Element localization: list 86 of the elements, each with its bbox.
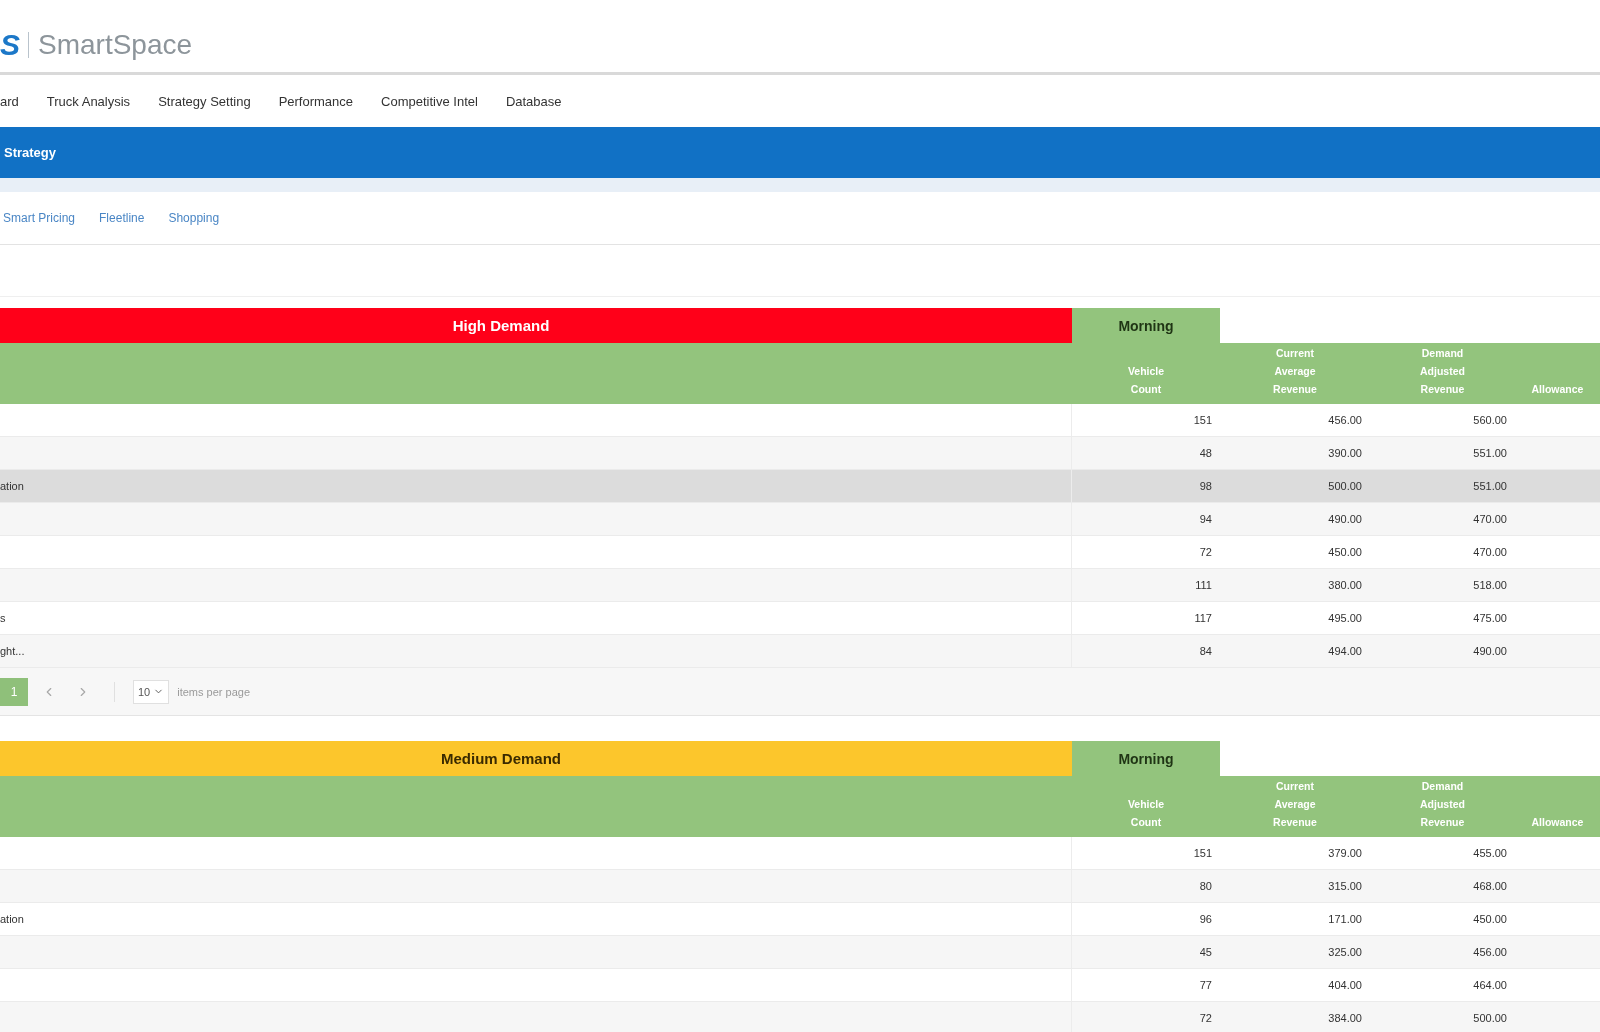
table-cell: 450.00 xyxy=(1328,546,1362,558)
column-header: Demand Adjusted Revenue xyxy=(1419,779,1466,830)
table-cell: 490.00 xyxy=(1328,513,1362,525)
table-cell: 151 xyxy=(1193,847,1212,859)
column-header: Vehicle Count xyxy=(1126,797,1166,830)
table-cell: 470.00 xyxy=(1473,513,1507,525)
demand-title: Medium Demand xyxy=(0,741,1072,776)
nav-link[interactable]: ard xyxy=(0,93,19,109)
table-row[interactable]: 45 325.00 456.00 xyxy=(0,936,1600,969)
table-cell: 390.00 xyxy=(1328,447,1362,459)
page-title: Strategy xyxy=(4,145,57,160)
table-cell: 560.00 xyxy=(1473,414,1507,426)
table-cell: 96 xyxy=(1199,913,1212,925)
table-row[interactable]: 111 380.00 518.00 xyxy=(0,569,1600,602)
nav-link[interactable]: Strategy Setting xyxy=(158,93,251,109)
table-cell: 325.00 xyxy=(1328,946,1362,958)
table-cell: 455.00 xyxy=(1473,847,1507,859)
table-row[interactable]: ation 98 500.00 551.00 xyxy=(0,470,1600,503)
column-header: Allowance xyxy=(1530,382,1585,397)
table-cell: 450.00 xyxy=(1473,913,1507,925)
column-header: Current Average Revenue xyxy=(1272,779,1318,830)
column-header: Current Average Revenue xyxy=(1272,346,1318,397)
table-cell: 500.00 xyxy=(1473,1012,1507,1024)
subnav-link[interactable]: Smart Pricing xyxy=(3,211,76,225)
table-cell: ght... xyxy=(0,645,25,657)
nav-link[interactable]: Database xyxy=(505,93,562,109)
table-row[interactable]: s 117 495.00 475.00 xyxy=(0,602,1600,635)
table-cell: 98 xyxy=(1199,480,1212,492)
table-cell: 380.00 xyxy=(1328,579,1362,591)
table-cell: ation xyxy=(0,480,24,492)
table-cell: 470.00 xyxy=(1473,546,1507,558)
table-cell: 518.00 xyxy=(1473,579,1507,591)
table-cell: 45 xyxy=(1199,946,1212,958)
table-cell: 72 xyxy=(1199,546,1212,558)
demand-title: High Demand xyxy=(0,308,1072,343)
period-label: Morning xyxy=(1072,741,1220,776)
table-cell: 94 xyxy=(1199,513,1212,525)
column-header: Vehicle Count xyxy=(1126,364,1166,397)
period-label: Morning xyxy=(1072,308,1220,343)
table-row[interactable]: 77 404.00 464.00 xyxy=(0,969,1600,1002)
table-cell: 500.00 xyxy=(1328,480,1362,492)
table-cell: 490.00 xyxy=(1473,645,1507,657)
table-cell: 111 xyxy=(1195,579,1212,591)
table-cell: 468.00 xyxy=(1473,880,1507,892)
table-row[interactable]: ation 96 171.00 450.00 xyxy=(0,903,1600,936)
column-header: Allowance xyxy=(1530,815,1585,830)
nav-link[interactable]: Truck Analysis xyxy=(46,93,131,109)
table-row[interactable]: 80 315.00 468.00 xyxy=(0,870,1600,903)
table-cell: 551.00 xyxy=(1473,480,1507,492)
table-row[interactable]: 151 456.00 560.00 xyxy=(0,404,1600,437)
table-row[interactable]: 94 490.00 470.00 xyxy=(0,503,1600,536)
table-cell: 475.00 xyxy=(1473,612,1507,624)
table-cell: 384.00 xyxy=(1328,1012,1362,1024)
subnav-link[interactable]: Fleetline xyxy=(99,211,145,225)
page-size-select[interactable]: 10 xyxy=(133,679,170,704)
table-cell: 495.00 xyxy=(1328,612,1362,624)
table-cell: 494.00 xyxy=(1328,645,1362,657)
table-cell: 151 xyxy=(1193,414,1212,426)
table-cell: 464.00 xyxy=(1473,979,1507,991)
column-header: Demand Adjusted Revenue xyxy=(1419,346,1466,397)
table-cell: 456.00 xyxy=(1473,946,1507,958)
page-size-label: items per page xyxy=(177,685,250,698)
table-cell: ation xyxy=(0,913,24,925)
logo-mark: S xyxy=(0,30,20,60)
nav-link[interactable]: Performance xyxy=(278,93,354,109)
table-cell: 117 xyxy=(1194,612,1212,624)
table-cell: 404.00 xyxy=(1328,979,1362,991)
table-row[interactable]: 72 384.00 500.00 xyxy=(0,1002,1600,1032)
subnav-link[interactable]: Shopping xyxy=(168,211,220,225)
table-cell: 80 xyxy=(1199,880,1212,892)
logo-text: SmartSpace xyxy=(38,31,193,59)
table-row[interactable]: 151 379.00 455.00 xyxy=(0,837,1600,870)
table-cell: 171.00 xyxy=(1328,913,1362,925)
table-cell: 315.00 xyxy=(1328,880,1362,892)
table-row[interactable]: ght... 84 494.00 490.00 xyxy=(0,635,1600,668)
table-cell: 72 xyxy=(1199,1012,1212,1024)
table-cell: s xyxy=(0,612,6,624)
nav-link[interactable]: Competitive Intel xyxy=(381,93,478,109)
table-cell: 84 xyxy=(1199,645,1212,657)
table-cell: 48 xyxy=(1199,447,1212,459)
table-row[interactable]: 48 390.00 551.00 xyxy=(0,437,1600,470)
table-row[interactable]: 72 450.00 470.00 xyxy=(0,536,1600,569)
table-cell: 551.00 xyxy=(1473,447,1507,459)
table-cell: 77 xyxy=(1199,979,1212,991)
table-cell: 379.00 xyxy=(1328,847,1362,859)
table-cell: 456.00 xyxy=(1328,414,1362,426)
